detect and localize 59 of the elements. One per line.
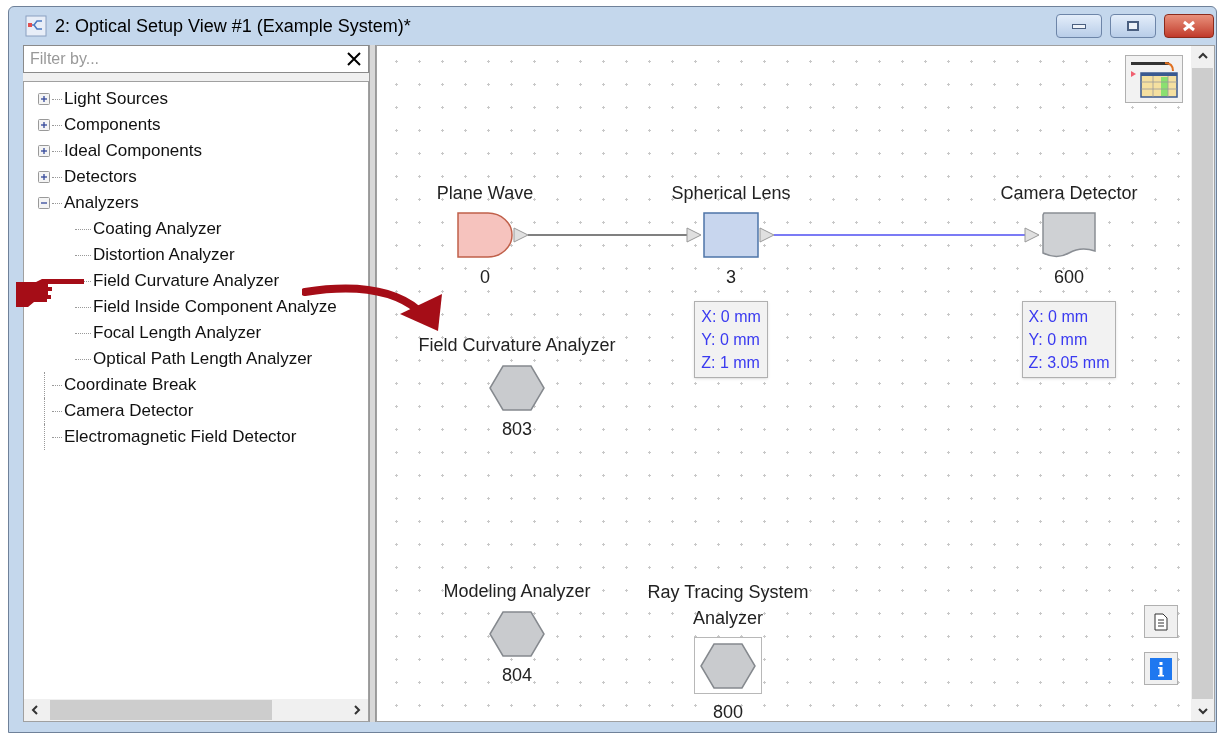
- filter-field[interactable]: Filter by...: [23, 45, 369, 73]
- tree-item[interactable]: Detectors: [64, 164, 137, 190]
- document-icon: [1153, 612, 1169, 631]
- maximize-button[interactable]: [1110, 14, 1156, 38]
- tree-item[interactable]: Distortion Analyzer: [93, 242, 235, 268]
- close-button[interactable]: [1164, 14, 1214, 38]
- position-text: X: 0 mm: [1028, 307, 1090, 327]
- tree-item[interactable]: Light Sources: [64, 86, 168, 112]
- hexagon-node[interactable]: [489, 364, 545, 411]
- tree-item[interactable]: Field Curvature Analyzer: [93, 268, 280, 294]
- tree-item[interactable]: Components: [64, 112, 161, 138]
- expand-icon[interactable]: [38, 145, 50, 157]
- source-node[interactable]: [457, 212, 513, 259]
- node-number: 0: [480, 266, 490, 289]
- minimize-button[interactable]: [1056, 14, 1102, 38]
- expand-icon[interactable]: [38, 119, 50, 131]
- node-label: Modeling Analyzer: [443, 580, 591, 603]
- diagram-icon: [25, 15, 47, 37]
- close-icon: [1181, 20, 1197, 32]
- lens-node[interactable]: [703, 212, 759, 259]
- tree-item[interactable]: Camera Detector: [64, 398, 194, 424]
- node-number: 800: [712, 701, 743, 724]
- tree-item[interactable]: Focal Length Analyzer: [93, 320, 262, 346]
- tree-item[interactable]: Optical Path Length Analyzer: [93, 346, 313, 372]
- node-label: Spherical Lens: [671, 182, 791, 205]
- node-label: Field Curvature Analyzer: [418, 334, 616, 357]
- table-view-button[interactable]: [1125, 55, 1183, 103]
- clear-icon[interactable]: [347, 52, 361, 66]
- scrollbar-thumb[interactable]: [50, 700, 272, 720]
- hexagon-node[interactable]: [700, 642, 756, 689]
- tree-item[interactable]: Coating Analyzer: [93, 216, 222, 242]
- tree-item[interactable]: Coordinate Break: [64, 372, 197, 398]
- tree-item[interactable]: Ideal Components: [64, 138, 202, 164]
- expand-icon[interactable]: [38, 171, 50, 183]
- node-label: Ray Tracing System Analyzer: [646, 581, 810, 630]
- node-number: 803: [501, 418, 532, 441]
- tree-item[interactable]: Analyzers: [64, 190, 139, 216]
- info-button[interactable]: [1144, 652, 1178, 685]
- node-number: 804: [501, 664, 532, 687]
- node-number: 3: [726, 266, 736, 289]
- table-icon: [1129, 59, 1179, 99]
- info-icon: [1150, 657, 1172, 680]
- hexagon-node[interactable]: [489, 610, 545, 657]
- window-title: 2: Optical Setup View #1 (Example System)*: [55, 14, 412, 38]
- position-text: Z: 3.05 mm: [1028, 353, 1110, 373]
- collapse-icon[interactable]: [38, 197, 50, 209]
- position-text: Y: 0 mm: [701, 330, 761, 350]
- position-text: Z: 1 mm: [701, 353, 761, 373]
- tree-item[interactable]: Electromagnetic Field Detector: [64, 424, 297, 450]
- expand-icon[interactable]: [38, 93, 50, 105]
- detector-node[interactable]: [1041, 212, 1097, 259]
- pointing-hand-icon: [14, 278, 86, 308]
- tree-item[interactable]: Field Inside Component Analyze: [93, 294, 337, 320]
- node-label: Camera Detector: [1000, 182, 1138, 205]
- document-button[interactable]: [1144, 605, 1178, 638]
- position-text: X: 0 mm: [701, 307, 761, 327]
- position-text: Y: 0 mm: [1028, 330, 1089, 350]
- node-label: Plane Wave: [436, 182, 534, 205]
- node-number: 600: [1053, 266, 1084, 289]
